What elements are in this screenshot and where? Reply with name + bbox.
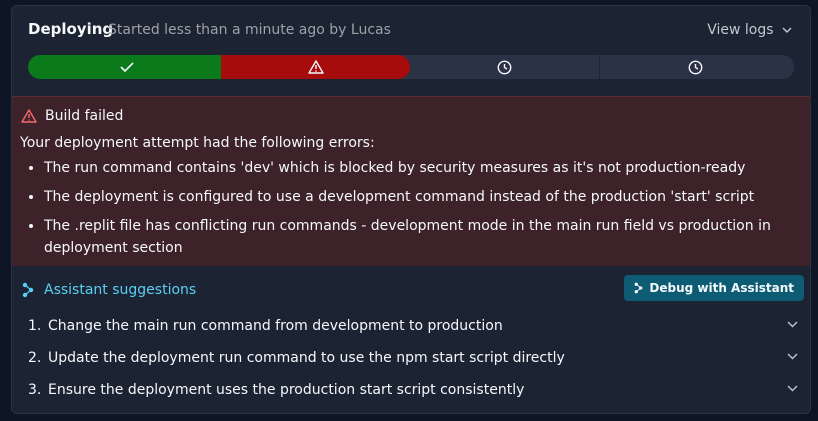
deployment-panel: Deploying Started less than a minute ago… [11,5,811,414]
suggestion-text: Update the deployment run command to use… [48,350,565,366]
assistant-header: Assistant suggestions Debug with Assista… [22,275,804,304]
step-pending-1 [410,55,600,79]
assistant-icon [634,282,643,294]
chevron-down-icon [787,321,798,328]
warning-icon [307,60,324,74]
error-title-text: Build failed [45,108,124,124]
deploy-status-title: Deploying [28,20,114,38]
suggestion-item[interactable]: 2. Update the deployment run command to … [28,350,798,372]
chevron-down-icon [782,27,792,33]
debug-button-label: Debug with Assistant [649,281,794,295]
assistant-suggestions-label: Assistant suggestions [44,282,197,298]
error-item: The run command contains 'dev' which is … [44,157,804,179]
error-intro: Your deployment attempt had the followin… [20,135,375,151]
suggestion-number: 1. [28,318,42,334]
clock-icon [688,60,702,74]
clock-icon [497,60,512,74]
step-build-success [28,55,225,79]
error-list: The run command contains 'dev' which is … [20,157,804,266]
suggestion-number: 3. [28,382,42,398]
step-pending-2 [600,55,790,79]
debug-with-assistant-button[interactable]: Debug with Assistant [624,275,804,301]
deploy-progress-bar [28,55,794,79]
deployment-header: Deploying Started less than a minute ago… [28,20,794,42]
assistant-icon [22,282,34,298]
deploy-subtitle: Started less than a minute ago by Lucas [108,22,391,38]
check-icon [119,62,134,72]
suggestion-number: 2. [28,350,42,366]
error-item: The deployment is configured to use a de… [44,186,804,208]
view-logs-label: View logs [707,22,774,38]
suggestion-item[interactable]: 3. Ensure the deployment uses the produc… [28,382,798,404]
suggestion-text: Change the main run command from develop… [48,318,503,334]
error-item: The .replit file has conflicting run com… [44,215,804,259]
suggestion-item[interactable]: 1. Change the main run command from deve… [28,318,798,340]
view-logs-button[interactable]: View logs [707,22,792,38]
step-build-failed [221,55,410,79]
warning-icon [21,109,37,123]
chevron-down-icon [787,353,798,360]
build-error-box: Build failed Your deployment attempt had… [12,96,810,266]
error-title: Build failed [21,108,123,124]
chevron-down-icon [787,385,798,392]
suggestion-text: Ensure the deployment uses the productio… [48,382,525,398]
